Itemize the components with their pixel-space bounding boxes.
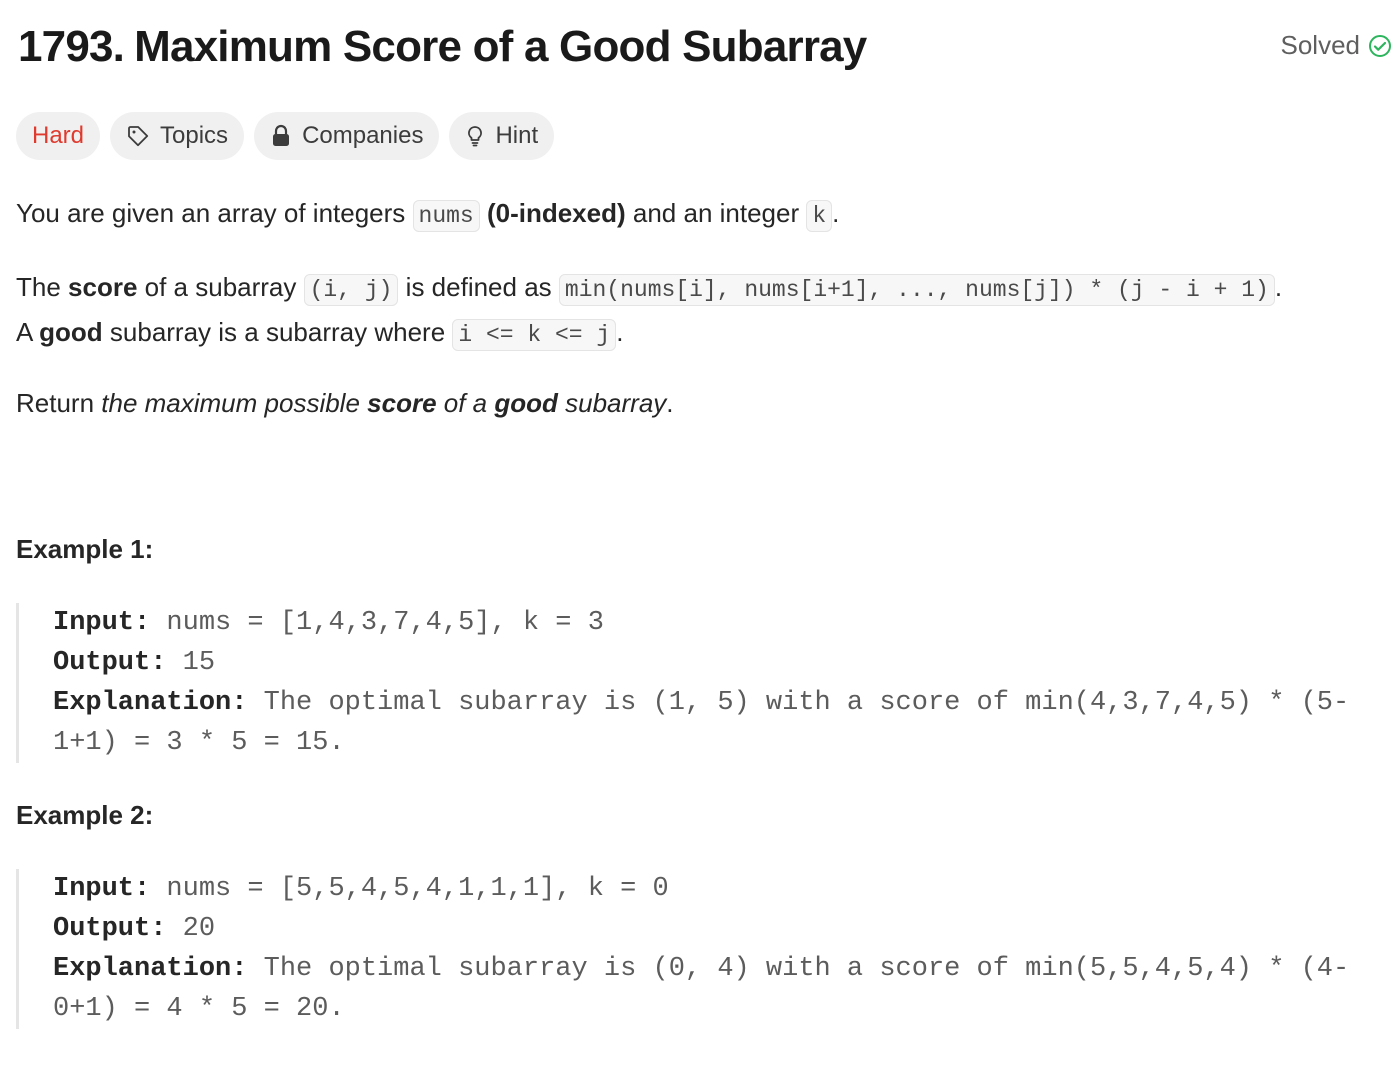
input-value: nums = [5,5,4,5,4,1,1,1], k = 0: [150, 874, 669, 904]
input-label: Input:: [53, 608, 151, 638]
text: You are given an array of integers: [16, 198, 413, 228]
text: of a subarray: [137, 272, 304, 302]
output-value: 20: [166, 914, 216, 944]
companies-button[interactable]: Companies: [254, 112, 440, 160]
explanation-text: The optimal subarray is (0, 4) with a sc…: [53, 954, 1350, 1024]
inline-code: (i, j): [303, 274, 399, 306]
check-circle-icon: [1368, 34, 1392, 58]
output-value: 15: [166, 648, 216, 678]
italic-text: subarray: [557, 388, 667, 418]
text: and an integer: [625, 198, 807, 228]
inline-code: nums: [412, 200, 480, 232]
output-label: Output:: [53, 648, 167, 678]
explanation-label: Explanation:: [53, 688, 248, 718]
companies-label: Companies: [302, 122, 424, 149]
bold-text: score: [68, 272, 138, 302]
hint-button[interactable]: Hint: [449, 112, 555, 160]
hint-label: Hint: [495, 122, 539, 149]
tag-bar: Hard Topics Companies Hint: [16, 112, 555, 160]
text: .: [832, 198, 840, 228]
italic-text: the maximum possible: [101, 388, 368, 418]
bold-text: good: [39, 317, 103, 347]
topics-label: Topics: [160, 122, 229, 149]
difficulty-badge[interactable]: Hard: [16, 112, 101, 160]
inline-code: i <= k <= j: [452, 319, 617, 351]
topics-button[interactable]: Topics: [110, 112, 245, 160]
lock-icon: [270, 124, 292, 148]
problem-number: 1793.: [18, 22, 125, 71]
bold-text: (0-indexed): [479, 198, 626, 228]
text: subarray is a subarray where: [102, 317, 453, 347]
example-1-block: Input: nums = [1,4,3,7,4,5], k = 3 Outpu…: [16, 603, 1356, 763]
bold-italic-text: good: [494, 388, 558, 418]
text: Return: [16, 388, 102, 418]
italic-text: of a: [436, 388, 495, 418]
example-2-title: Example 2:: [16, 800, 154, 830]
text: A: [16, 317, 40, 347]
difficulty-label: Hard: [32, 122, 85, 149]
bold-italic-text: score: [367, 388, 437, 418]
example-2-block: Input: nums = [5,5,4,5,4,1,1,1], k = 0 O…: [16, 869, 1356, 1029]
inline-code: min(nums[i], nums[i+1], ..., nums[j]) * …: [558, 274, 1275, 306]
text: is defined as: [398, 272, 559, 302]
description-paragraph-1: You are given an array of integers nums …: [16, 192, 1380, 237]
description-paragraph-3: Return the maximum possible score of a g…: [16, 382, 1380, 424]
tag-icon: [126, 124, 150, 148]
problem-title: 1793. Maximum Score of a Good Subarray: [18, 22, 867, 72]
output-label: Output:: [53, 914, 167, 944]
solved-status: Solved: [1281, 30, 1393, 61]
lightbulb-icon: [465, 124, 485, 148]
explanation-label: Explanation:: [53, 954, 248, 984]
solved-label: Solved: [1280, 30, 1361, 60]
problem-name: Maximum Score of a Good Subarray: [134, 22, 867, 71]
text: .: [1274, 272, 1283, 302]
text: .: [616, 317, 624, 347]
input-value: nums = [1,4,3,7,4,5], k = 3: [150, 608, 604, 638]
input-label: Input:: [53, 874, 151, 904]
text: The: [16, 272, 69, 302]
example-1-title: Example 1:: [16, 534, 154, 564]
inline-code: k: [806, 200, 833, 232]
text: .: [666, 388, 674, 418]
description-paragraph-2: The score of a subarray (i, j) is define…: [16, 266, 1380, 356]
explanation-text: The optimal subarray is (1, 5) with a sc…: [53, 688, 1350, 758]
